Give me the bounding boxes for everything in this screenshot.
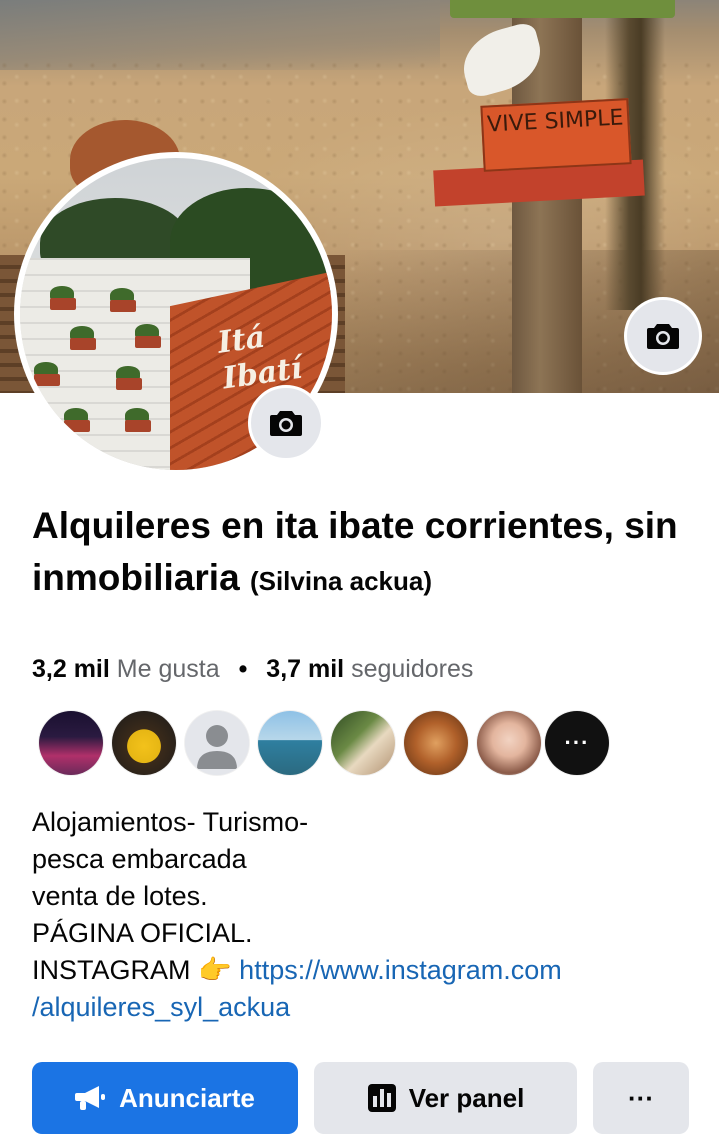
instagram-link-continued[interactable]: /alquileres_syl_ackua [32,992,290,1022]
bio-line: Alojamientos- Turismo- [32,807,309,837]
follower-avatar[interactable] [258,711,322,775]
default-user-icon [185,711,249,775]
page-stats: 3,2 mil Me gusta • 3,7 mil seguidores [32,654,473,684]
follower-avatar[interactable] [404,711,468,775]
bio-instagram-line: INSTAGRAM 👉 https://www.instagram.com [32,952,692,989]
wall-pot [125,420,151,432]
page-name-sub: (Silvina ackua) [249,566,433,596]
cover-sign-top [450,0,675,18]
wall-pot [70,338,96,350]
more-options-button[interactable]: ··· [593,1062,689,1134]
follower-avatar[interactable] [331,711,395,775]
bio-instagram-label: INSTAGRAM [32,955,191,985]
follower-avatar[interactable] [185,711,249,775]
camera-icon [270,411,302,436]
pointing-hand-emoji: 👉 [198,955,232,985]
advertise-button-label: Anunciarte [119,1082,255,1113]
instagram-link[interactable]: https://www.instagram.com [239,955,562,985]
bio-instagram-line-2: /alquileres_syl_ackua [32,989,692,1026]
stats-separator: • [238,655,248,683]
bar-chart-icon [367,1084,396,1112]
edit-profile-picture-button[interactable] [248,385,324,461]
more-options-label: ··· [628,1082,654,1113]
bio-line: pesca embarcada [32,844,247,874]
follower-avatar[interactable] [477,711,541,775]
wall-pot [116,378,142,390]
view-dashboard-button[interactable]: Ver panel [314,1062,577,1134]
followers-label: seguidores [351,655,474,683]
page-title: Alquileres en ita ibate corrientes, sin … [32,500,692,607]
followers-stat[interactable]: 3,7 mil seguidores [266,655,473,683]
follower-avatar[interactable] [112,711,176,775]
wall-pot [135,336,161,348]
likes-label: Me gusta [116,655,220,683]
likes-count: 3,2 mil [32,655,110,683]
bio-line: venta de lotes. [32,881,208,911]
camera-icon [647,324,679,349]
cover-sign-vive-simple: VIVE SIMPLE [480,98,632,172]
profile-sign-text: Itá Ibatí [215,319,305,397]
follower-avatar[interactable] [39,711,103,775]
followers-count: 3,7 mil [266,655,345,683]
bio-line: PÁGINA OFICIAL. [32,918,253,948]
wall-pot [64,420,90,432]
edit-cover-photo-button[interactable] [624,297,702,375]
advertise-button[interactable]: Anunciarte [32,1062,298,1134]
likes-stat[interactable]: 3,2 mil Me gusta [32,655,220,683]
wall-pot [50,298,76,310]
more-followers-button[interactable]: ··· [545,711,609,775]
wall-pot [110,300,136,312]
megaphone-icon [75,1086,106,1110]
page-bio: Alojamientos- Turismo- pesca embarcada v… [32,804,692,1026]
view-dashboard-label: Ver panel [408,1082,525,1113]
wall-pot [34,374,60,386]
more-followers-label: ··· [564,730,590,755]
